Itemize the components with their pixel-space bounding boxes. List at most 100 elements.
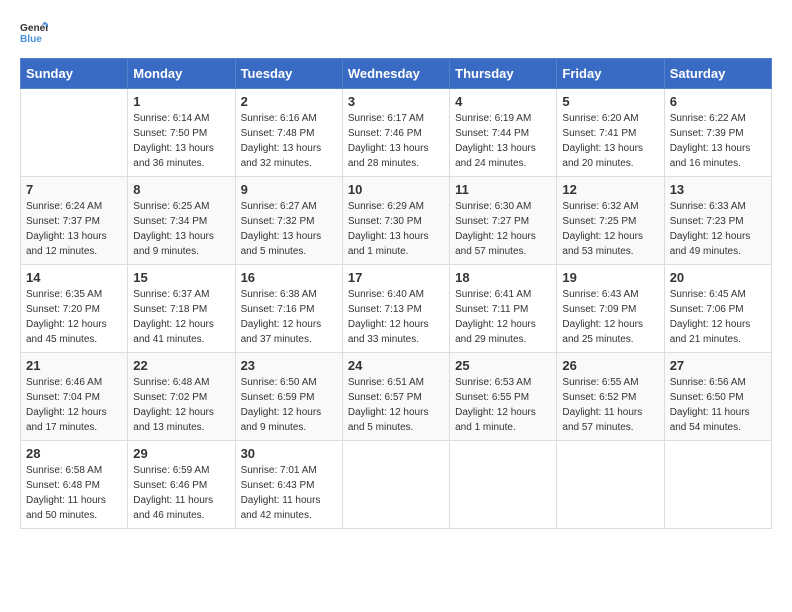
svg-text:Blue: Blue — [20, 34, 42, 45]
day-info: Sunrise: 6:48 AMSunset: 7:02 PMDaylight:… — [133, 375, 229, 435]
calendar-header-row: SundayMondayTuesdayWednesdayThursdayFrid… — [21, 59, 772, 89]
day-info: Sunrise: 6:38 AMSunset: 7:16 PMDaylight:… — [241, 287, 337, 347]
calendar-cell: 10 Sunrise: 6:29 AMSunset: 7:30 PMDayligh… — [342, 177, 449, 265]
day-header-thursday: Thursday — [450, 59, 557, 89]
day-number: 5 — [562, 94, 658, 109]
day-number: 9 — [241, 182, 337, 197]
day-info: Sunrise: 6:32 AMSunset: 7:25 PMDaylight:… — [562, 199, 658, 259]
day-number: 1 — [133, 94, 229, 109]
day-info: Sunrise: 6:20 AMSunset: 7:41 PMDaylight:… — [562, 111, 658, 171]
calendar-cell: 18 Sunrise: 6:41 AMSunset: 7:11 PMDayligh… — [450, 265, 557, 353]
calendar-cell: 7 Sunrise: 6:24 AMSunset: 7:37 PMDaylight… — [21, 177, 128, 265]
calendar-cell: 11Sunrise: 6:30 AMSunset: 7:27 PMDayligh… — [450, 177, 557, 265]
day-info: Sunrise: 6:59 AMSunset: 6:46 PMDaylight:… — [133, 463, 229, 523]
day-number: 17 — [348, 270, 444, 285]
day-number: 16 — [241, 270, 337, 285]
page-header: General Blue — [20, 20, 772, 48]
calendar-cell: 1 Sunrise: 6:14 AMSunset: 7:50 PMDaylight… — [128, 89, 235, 177]
calendar-cell: 12 Sunrise: 6:32 AMSunset: 7:25 PMDayligh… — [557, 177, 664, 265]
day-header-friday: Friday — [557, 59, 664, 89]
day-number: 23 — [241, 358, 337, 373]
day-info: Sunrise: 6:22 AMSunset: 7:39 PMDaylight:… — [670, 111, 766, 171]
calendar-week-row: 14 Sunrise: 6:35 AMSunset: 7:20 PMDayligh… — [21, 265, 772, 353]
calendar-cell: 2 Sunrise: 6:16 AMSunset: 7:48 PMDaylight… — [235, 89, 342, 177]
day-info: Sunrise: 6:45 AMSunset: 7:06 PMDaylight:… — [670, 287, 766, 347]
day-number: 10 — [348, 182, 444, 197]
calendar-cell: 15 Sunrise: 6:37 AMSunset: 7:18 PMDayligh… — [128, 265, 235, 353]
calendar-cell: 6 Sunrise: 6:22 AMSunset: 7:39 PMDaylight… — [664, 89, 771, 177]
calendar-cell: 20 Sunrise: 6:45 AMSunset: 7:06 PMDayligh… — [664, 265, 771, 353]
calendar-cell: 25 Sunrise: 6:53 AMSunset: 6:55 PMDayligh… — [450, 353, 557, 441]
day-number: 19 — [562, 270, 658, 285]
day-number: 14 — [26, 270, 122, 285]
calendar-cell: 27 Sunrise: 6:56 AMSunset: 6:50 PMDayligh… — [664, 353, 771, 441]
calendar-cell: 14 Sunrise: 6:35 AMSunset: 7:20 PMDayligh… — [21, 265, 128, 353]
day-number: 15 — [133, 270, 229, 285]
day-number: 28 — [26, 446, 122, 461]
day-info: Sunrise: 6:33 AMSunset: 7:23 PMDaylight:… — [670, 199, 766, 259]
day-info: Sunrise: 6:35 AMSunset: 7:20 PMDaylight:… — [26, 287, 122, 347]
day-number: 25 — [455, 358, 551, 373]
calendar-cell: 26Sunrise: 6:55 AMSunset: 6:52 PMDayligh… — [557, 353, 664, 441]
day-info: Sunrise: 6:41 AMSunset: 7:11 PMDaylight:… — [455, 287, 551, 347]
day-info: Sunrise: 6:30 AMSunset: 7:27 PMDaylight:… — [455, 199, 551, 259]
day-number: 29 — [133, 446, 229, 461]
day-number: 18 — [455, 270, 551, 285]
calendar-cell: 29 Sunrise: 6:59 AMSunset: 6:46 PMDayligh… — [128, 441, 235, 529]
day-info: Sunrise: 6:16 AMSunset: 7:48 PMDaylight:… — [241, 111, 337, 171]
day-info: Sunrise: 6:27 AMSunset: 7:32 PMDaylight:… — [241, 199, 337, 259]
day-info: Sunrise: 6:17 AMSunset: 7:46 PMDaylight:… — [348, 111, 444, 171]
day-number: 13 — [670, 182, 766, 197]
calendar-cell: 5 Sunrise: 6:20 AMSunset: 7:41 PMDaylight… — [557, 89, 664, 177]
day-info: Sunrise: 6:25 AMSunset: 7:34 PMDaylight:… — [133, 199, 229, 259]
day-info: Sunrise: 6:55 AMSunset: 6:52 PMDaylight:… — [562, 375, 658, 435]
calendar-cell: 28Sunrise: 6:58 AMSunset: 6:48 PMDayligh… — [21, 441, 128, 529]
day-number: 4 — [455, 94, 551, 109]
day-info: Sunrise: 6:53 AMSunset: 6:55 PMDaylight:… — [455, 375, 551, 435]
day-number: 21 — [26, 358, 122, 373]
day-number: 12 — [562, 182, 658, 197]
day-info: Sunrise: 7:01 AMSunset: 6:43 PMDaylight:… — [241, 463, 337, 523]
calendar-cell — [664, 441, 771, 529]
day-info: Sunrise: 6:51 AMSunset: 6:57 PMDaylight:… — [348, 375, 444, 435]
calendar-cell: 23 Sunrise: 6:50 AMSunset: 6:59 PMDayligh… — [235, 353, 342, 441]
day-number: 27 — [670, 358, 766, 373]
calendar-cell: 16 Sunrise: 6:38 AMSunset: 7:16 PMDayligh… — [235, 265, 342, 353]
day-number: 30 — [241, 446, 337, 461]
day-header-saturday: Saturday — [664, 59, 771, 89]
day-number: 20 — [670, 270, 766, 285]
day-header-monday: Monday — [128, 59, 235, 89]
day-number: 8 — [133, 182, 229, 197]
day-info: Sunrise: 6:50 AMSunset: 6:59 PMDaylight:… — [241, 375, 337, 435]
calendar-cell — [557, 441, 664, 529]
calendar-cell: 30 Sunrise: 7:01 AMSunset: 6:43 PMDayligh… — [235, 441, 342, 529]
day-info: Sunrise: 6:37 AMSunset: 7:18 PMDaylight:… — [133, 287, 229, 347]
day-info: Sunrise: 6:29 AMSunset: 7:30 PMDaylight:… — [348, 199, 444, 259]
day-number: 24 — [348, 358, 444, 373]
day-info: Sunrise: 6:24 AMSunset: 7:37 PMDaylight:… — [26, 199, 122, 259]
calendar-cell: 22Sunrise: 6:48 AMSunset: 7:02 PMDayligh… — [128, 353, 235, 441]
day-info: Sunrise: 6:56 AMSunset: 6:50 PMDaylight:… — [670, 375, 766, 435]
calendar-cell — [342, 441, 449, 529]
calendar-cell: 19 Sunrise: 6:43 AMSunset: 7:09 PMDayligh… — [557, 265, 664, 353]
logo-icon: General Blue — [20, 20, 48, 48]
day-info: Sunrise: 6:43 AMSunset: 7:09 PMDaylight:… — [562, 287, 658, 347]
day-header-wednesday: Wednesday — [342, 59, 449, 89]
calendar-cell: 4Sunrise: 6:19 AMSunset: 7:44 PMDaylight… — [450, 89, 557, 177]
calendar-cell: 3Sunrise: 6:17 AMSunset: 7:46 PMDaylight… — [342, 89, 449, 177]
day-info: Sunrise: 6:40 AMSunset: 7:13 PMDaylight:… — [348, 287, 444, 347]
day-info: Sunrise: 6:46 AMSunset: 7:04 PMDaylight:… — [26, 375, 122, 435]
day-number: 2 — [241, 94, 337, 109]
calendar-cell: 17 Sunrise: 6:40 AMSunset: 7:13 PMDayligh… — [342, 265, 449, 353]
day-header-sunday: Sunday — [21, 59, 128, 89]
calendar-cell: 13 Sunrise: 6:33 AMSunset: 7:23 PMDayligh… — [664, 177, 771, 265]
day-number: 6 — [670, 94, 766, 109]
calendar-cell: 8 Sunrise: 6:25 AMSunset: 7:34 PMDaylight… — [128, 177, 235, 265]
calendar-cell: 21 Sunrise: 6:46 AMSunset: 7:04 PMDayligh… — [21, 353, 128, 441]
calendar-cell — [21, 89, 128, 177]
day-number: 7 — [26, 182, 122, 197]
day-info: Sunrise: 6:14 AMSunset: 7:50 PMDaylight:… — [133, 111, 229, 171]
calendar-cell: 24 Sunrise: 6:51 AMSunset: 6:57 PMDayligh… — [342, 353, 449, 441]
day-header-tuesday: Tuesday — [235, 59, 342, 89]
calendar-table: SundayMondayTuesdayWednesdayThursdayFrid… — [20, 58, 772, 529]
